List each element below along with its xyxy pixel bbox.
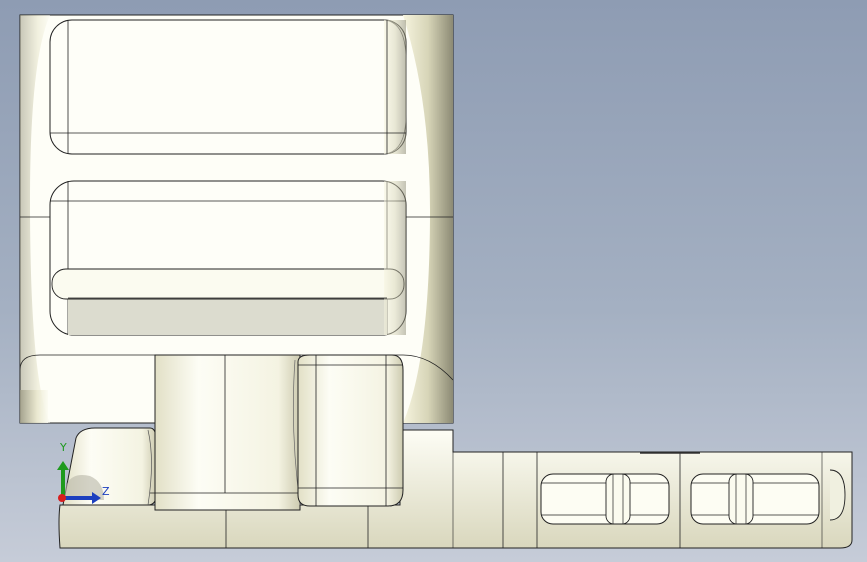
y-axis-label: Y — [60, 441, 67, 454]
right-boss[interactable] — [297, 354, 404, 507]
cad-model[interactable] — [0, 0, 867, 562]
graphics-viewport[interactable]: Y Z — [0, 0, 867, 562]
base-slot-1[interactable] — [540, 473, 670, 525]
x-axis-dot — [58, 494, 66, 502]
base-slot-2[interactable] — [690, 473, 820, 525]
z-axis-label: Z — [102, 485, 110, 498]
central-cylinder[interactable] — [150, 354, 301, 511]
y-axis-arrowhead — [57, 461, 69, 470]
top-slot[interactable] — [49, 19, 407, 155]
middle-slot[interactable] — [49, 180, 407, 336]
